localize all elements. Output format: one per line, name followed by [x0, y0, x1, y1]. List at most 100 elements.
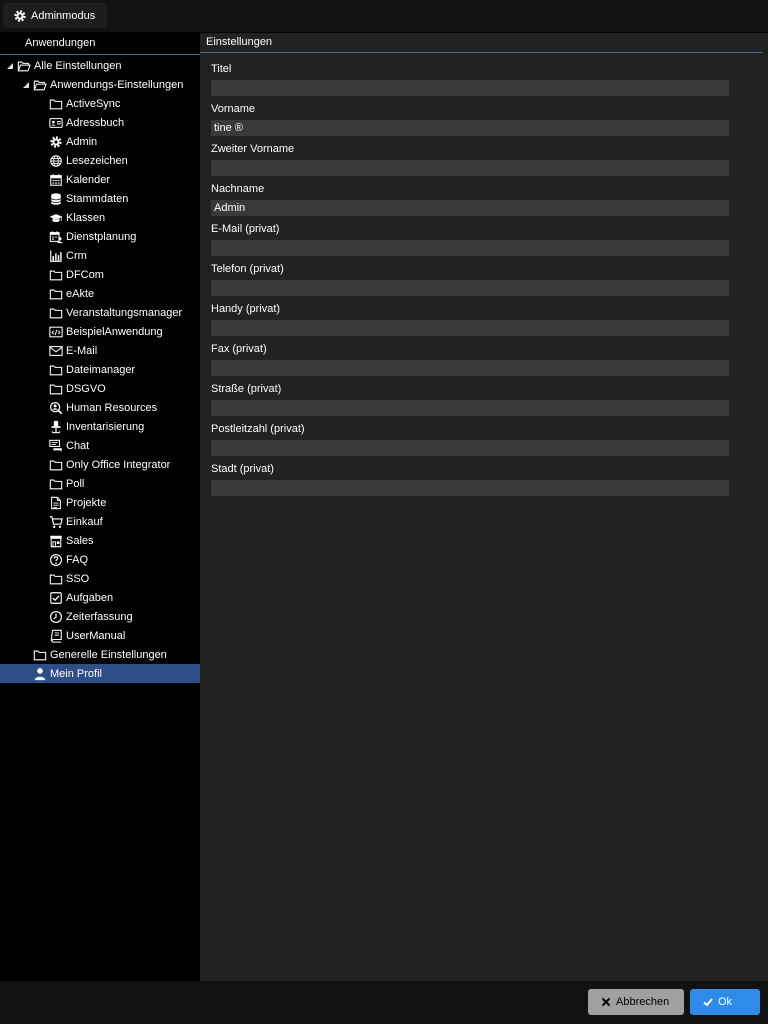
calendar-user-icon	[49, 230, 63, 244]
top-toolbar: Adminmodus	[0, 0, 768, 32]
expand-arrow-icon[interactable]	[5, 61, 15, 71]
telefon-privat-field[interactable]	[211, 280, 729, 296]
sidebar-item-label: Generelle Einstellungen	[50, 648, 167, 661]
folder-icon	[49, 306, 63, 320]
sidebar-item-label: DFCom	[66, 268, 104, 281]
sidebar-item-label: DSGVO	[66, 382, 106, 395]
settings-panel: Einstellungen Titel Vorname Zweiter Vornam…	[200, 33, 768, 981]
clock-icon	[49, 610, 63, 624]
folder-icon	[49, 97, 63, 111]
database-icon	[49, 192, 63, 206]
user-icon	[33, 667, 47, 681]
sidebar-item-label: Chat	[66, 439, 90, 452]
sidebar-item-label: Only Office Integrator	[66, 458, 171, 471]
folder-icon	[49, 572, 63, 586]
sidebar-item-label: Crm	[66, 249, 87, 262]
stadt-privat-field[interactable]	[211, 480, 729, 496]
sidebar-item-label: Klassen	[66, 211, 106, 224]
sidebar-item-label: Veranstaltungsmanager	[66, 306, 183, 319]
sidebar-item-label: Mein Profil	[50, 667, 102, 680]
store-icon	[49, 534, 63, 548]
postleitzahl-privat-label: Postleitzahl (privat)	[211, 423, 305, 435]
sidebar-item-label: Stammdaten	[66, 192, 129, 205]
adminmodus-label: Adminmodus	[31, 9, 96, 22]
sidebar-item-label: Poll	[66, 477, 85, 490]
sidebar-item-label: Aufgaben	[66, 591, 114, 604]
sidebar-item-label: UserManual	[66, 629, 126, 642]
sidebar-item-label: Einkauf	[66, 515, 103, 528]
folder-icon	[49, 382, 63, 396]
sidebar-item-label: ActiveSync	[66, 97, 121, 110]
sidebar-item-label: SSO	[66, 572, 90, 585]
sidebar-item-anwendungs-einstellungen[interactable]: Anwendungs-Einstellungen	[0, 75, 221, 94]
sidebar-item-label: BeispielAnwendung	[66, 325, 163, 338]
folder-icon	[49, 363, 63, 377]
handy-privat-label: Handy (privat)	[211, 303, 281, 315]
address-card-icon	[49, 116, 63, 130]
handy-privat-field[interactable]	[211, 320, 729, 336]
sidebar-item-mein-profil[interactable]: Mein Profil	[0, 664, 233, 683]
e-mail-privat-field[interactable]	[211, 240, 729, 256]
sidebar: Anwendungen Alle Einstellungen Anwendungs…	[0, 33, 233, 981]
bar-chart-icon	[49, 249, 63, 263]
folder-icon	[33, 648, 47, 662]
vorname-label: Vorname	[211, 103, 256, 115]
sidebar-item-alle-einstellungen[interactable]: Alle Einstellungen	[0, 56, 205, 75]
folder-icon	[49, 268, 63, 282]
strasse-privat-label: Straße (privat)	[211, 383, 282, 395]
checkbox-icon	[49, 591, 63, 605]
folder-icon	[49, 477, 63, 491]
ok-label: Ok	[718, 996, 733, 1008]
zweiter-vorname-field[interactable]	[211, 160, 729, 176]
vorname-field[interactable]	[211, 120, 729, 136]
fax-privat-label: Fax (privat)	[211, 343, 267, 355]
folder-open-icon	[33, 78, 47, 92]
document-icon	[49, 496, 63, 510]
sidebar-item-label: Dienstplanung	[66, 230, 137, 243]
telefon-privat-label: Telefon (privat)	[211, 263, 284, 275]
stadt-privat-label: Stadt (privat)	[211, 463, 274, 475]
settings-header: Einstellungen	[200, 33, 762, 53]
sidebar-item-label: Inventarisierung	[66, 420, 145, 433]
shopping-cart-icon	[49, 515, 63, 529]
fax-privat-field[interactable]	[211, 360, 729, 376]
gear-icon	[13, 9, 27, 23]
sidebar-item-label: Projekte	[66, 496, 107, 509]
sidebar-item-label: FAQ	[66, 553, 89, 566]
folder-icon	[49, 287, 63, 301]
nachname-label: Nachname	[211, 183, 265, 195]
sidebar-item-label: Anwendungs-Einstellungen	[50, 78, 184, 91]
sidebar-item-generelle-einstellungen[interactable]: Generelle Einstellungen	[0, 645, 233, 664]
check-icon	[702, 996, 714, 1008]
cancel-button[interactable]: Abbrechen	[588, 989, 684, 1015]
sidebar-item-label: Zeiterfassung	[66, 610, 133, 623]
zweiter-vorname-label: Zweiter Vorname	[211, 143, 295, 155]
adminmodus-button[interactable]: Adminmodus	[3, 3, 108, 28]
sidebar-item-label: Lesezeichen	[66, 154, 128, 167]
graduation-cap-icon	[49, 211, 63, 225]
titel-field[interactable]	[211, 80, 729, 96]
calendar-icon	[49, 173, 63, 187]
code-window-icon	[49, 325, 63, 339]
sidebar-item-label: Admin	[66, 135, 98, 148]
sidebar-item-label: Human Resources	[66, 401, 158, 414]
sidebar-item-label: Dateimanager	[66, 363, 136, 376]
office-chair-icon	[49, 420, 63, 434]
button-bar: Abbrechen Ok	[0, 981, 768, 1024]
question-circle-icon	[49, 553, 63, 567]
expand-arrow-icon[interactable]	[21, 80, 31, 90]
chat-icon	[49, 439, 63, 453]
nachname-field[interactable]	[211, 200, 729, 216]
cancel-label: Abbrechen	[616, 996, 670, 1008]
sidebar-item-label: Adressbuch	[66, 116, 125, 129]
sidebar-item-label: Sales	[66, 534, 94, 547]
postleitzahl-privat-field[interactable]	[211, 440, 729, 456]
book-icon	[49, 629, 63, 643]
envelope-icon	[49, 344, 63, 358]
sidebar-item-label: eAkte	[66, 287, 95, 300]
folder-icon	[49, 458, 63, 472]
strasse-privat-field[interactable]	[211, 400, 729, 416]
e-mail-privat-label: E-Mail (privat)	[211, 223, 280, 235]
ok-button[interactable]: Ok	[690, 989, 760, 1015]
user-search-icon	[49, 401, 63, 415]
